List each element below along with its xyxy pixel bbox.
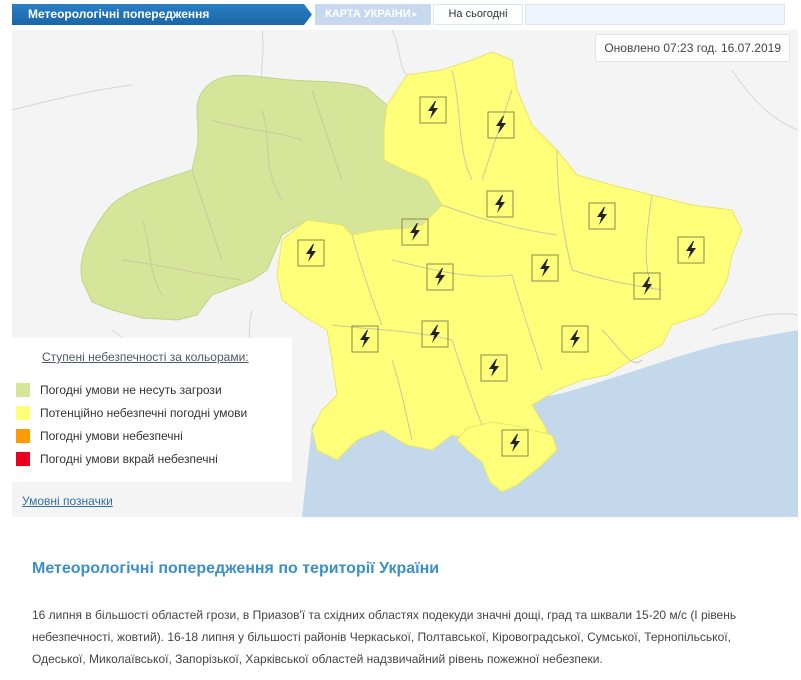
legend-title: Ступені небезпечності за кольорами: — [42, 350, 249, 364]
legend-item-safe: Погодні умови не несуть загрози — [16, 382, 222, 398]
updated-timestamp: Оновлено 07:23 год. 16.07.2019 — [595, 34, 790, 62]
legend-panel: Ступені небезпечності за кольорами: Пого… — [12, 338, 292, 482]
tab-meteo-warnings[interactable]: Метеорологічні попередження — [12, 4, 312, 25]
tab-meteo-warnings-label: Метеорологічні попередження — [28, 7, 210, 21]
legend-swatch — [16, 429, 30, 443]
legend-swatch — [16, 406, 30, 420]
legend-symbols-link[interactable]: Умовні позначки — [22, 494, 113, 508]
legend-swatch — [16, 452, 30, 466]
tab-ukraine-map-label: КАРТА УКРАЇНИ — [325, 8, 411, 20]
legend-label: Погодні умови небезпечні — [40, 429, 183, 443]
tab-today-label: На сьогодні — [448, 8, 508, 20]
article-title: Метеорологічні попередження по території… — [32, 560, 440, 577]
legend-label: Потенційно небезпечні погодні умови — [40, 406, 248, 420]
warning-map: Оновлено 07:23 год. 16.07.2019 Ступені н… — [12, 30, 798, 517]
chevron-right-icon: ▸ — [412, 9, 418, 19]
tab-bar: Метеорологічні попередження КАРТА УКРАЇН… — [12, 4, 785, 25]
legend-item-dangerous: Погодні умови небезпечні — [16, 428, 183, 444]
tab-ukraine-map[interactable]: КАРТА УКРАЇНИ ▸ — [315, 4, 431, 25]
tab-bar-filler — [525, 4, 785, 25]
tab-today[interactable]: На сьогодні — [433, 4, 523, 25]
legend-swatch — [16, 383, 30, 397]
article-text: 16 липня в більшості областей грози, в П… — [32, 608, 737, 666]
legend-item-extreme: Погодні умови вкрай небезпечні — [16, 451, 218, 467]
legend-label: Погодні умови вкрай небезпечні — [40, 452, 218, 466]
legend-item-potential: Потенційно небезпечні погодні умови — [16, 405, 247, 421]
legend-label: Погодні умови не несуть загрози — [40, 383, 222, 397]
